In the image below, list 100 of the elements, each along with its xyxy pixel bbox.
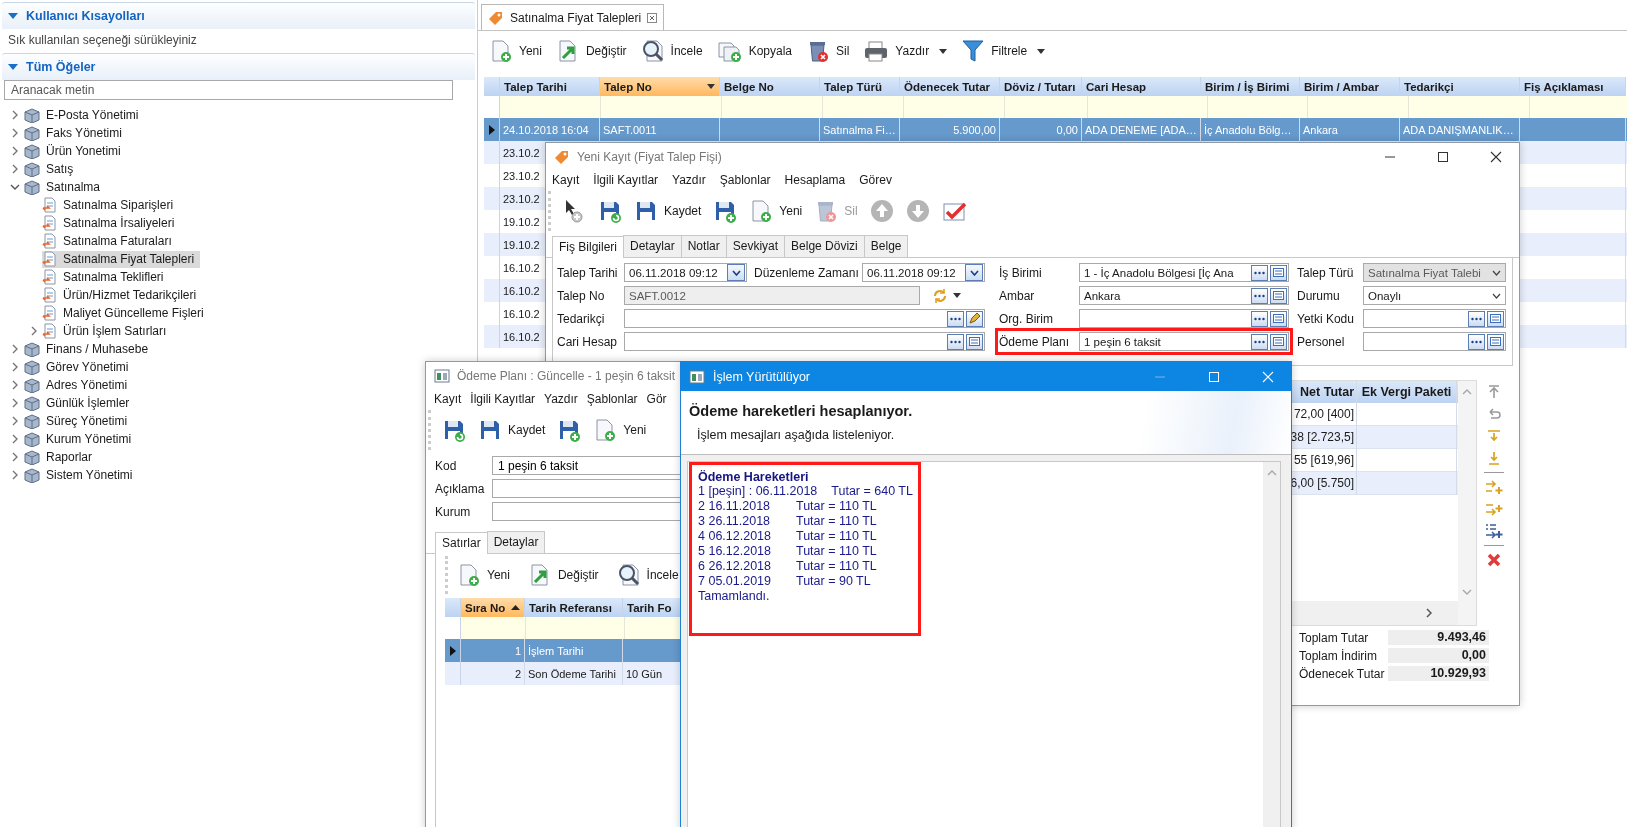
lookup-field[interactable]: 1 peşin 6 taksit [1079,332,1289,351]
filter-cell[interactable] [625,617,681,639]
toolbar-button[interactable]: Yeni [452,561,515,589]
tree-item[interactable]: Satış [23,160,80,178]
toolbar-button[interactable]: Filtrele [956,36,1051,66]
tree-item[interactable]: Satınalma İrsaliyeleri [42,214,181,232]
menu-item[interactable]: İlgili Kayıtlar [593,173,659,188]
text-field[interactable] [492,502,681,521]
tree-item[interactable]: Satınalma Siparişleri [42,196,180,214]
column-header[interactable]: Belge No [720,77,820,96]
filter-cell[interactable] [1005,96,1088,118]
column-header[interactable]: Ek Vergi Paketi [1356,381,1456,403]
tree-item[interactable]: E-Posta Yönetimi [23,106,145,124]
tree-item[interactable]: Ürün/Hizmet Tedarikçileri [42,286,203,304]
toolbar-button[interactable]: Yeni [484,37,547,65]
filter-cell[interactable] [1530,96,1627,118]
search-field[interactable]: Aranacak metin [4,80,453,100]
filter-cell[interactable] [1409,96,1530,118]
menu-item[interactable]: Şablonlar [586,392,638,407]
filter-cell[interactable] [1208,96,1308,118]
column-header[interactable]: Net Tutar [1290,381,1356,403]
filter-cell[interactable] [722,96,823,118]
column-header[interactable]: Döviz / Tutarı [1000,77,1082,96]
toolbar-button[interactable]: İncele [635,37,708,65]
lookup-button[interactable] [1251,264,1268,281]
column-header[interactable]: Talep No [600,77,720,96]
tab[interactable]: Belge Dövizi [784,235,865,257]
tree-item[interactable]: Satınalma Faturaları [42,232,178,250]
lookup-field[interactable] [624,309,985,328]
tab[interactable]: Belge [863,235,909,257]
menu-item[interactable]: Kayıt [552,173,580,188]
tab[interactable]: Fiş Bilgileri [552,236,624,258]
column-header[interactable]: Birim / Ambar [1300,77,1400,96]
column-header[interactable]: Tarih Referansı [525,598,623,617]
column-header[interactable]: Sıra No [461,598,525,617]
column-header[interactable]: Tarih Fo [623,598,681,617]
edit-button[interactable] [966,310,983,327]
menu-item[interactable]: Hesaplama [784,173,846,188]
list-button[interactable] [966,333,983,350]
tree-item[interactable]: Satınalma [23,178,107,196]
lookup-field[interactable] [1079,309,1289,328]
filter-cell[interactable] [500,96,601,118]
column-header[interactable]: Birim / İş Birimi [1201,77,1300,96]
list-button[interactable] [1270,310,1287,327]
list-button[interactable] [1270,287,1287,304]
menu-item[interactable]: Görev [859,173,892,188]
lookup-button[interactable] [1251,333,1268,350]
toolbar-button[interactable]: Yeni [744,197,808,225]
tree-item[interactable]: Finans / Muhasebe [23,340,155,358]
menu-item[interactable]: Şablonlar [719,173,771,188]
filter-cell[interactable] [1088,96,1208,118]
column-header[interactable]: Talep Türü [820,77,900,96]
menu-item[interactable]: İlgili Kayıtlar [470,392,536,407]
filter-cell[interactable] [526,617,625,639]
lookup-field[interactable] [624,332,985,351]
toolbar-button[interactable]: Değiştir [550,37,632,65]
menu-item[interactable]: Yazdır [544,392,578,407]
toolbar-button[interactable]: Kopyala [711,37,797,65]
filter-cell[interactable] [461,617,526,639]
menu-item[interactable]: Gör [646,392,667,407]
list-button[interactable] [1270,333,1287,350]
tree-item[interactable]: Süreç Yönetimi [23,412,134,430]
scroll-right-button[interactable] [1426,608,1432,618]
tab[interactable]: Sevkiyat [725,235,786,257]
refresh-button[interactable] [932,287,948,304]
tree-item[interactable]: Raporlar [23,448,99,466]
side-tool-button[interactable] [1486,384,1502,400]
dropdown-field[interactable]: Onaylı [1363,286,1506,305]
column-header[interactable]: Talep Tarihi [500,77,600,96]
toolbar-button[interactable]: Kaydet [473,416,551,444]
table-row[interactable]: 2 Son Ödeme Tarihi 10 Gün [445,662,681,685]
tree-item[interactable]: Ürün İşlem Satırları [42,322,173,340]
filter-cell[interactable] [601,96,722,118]
tree-item[interactable]: Günlük İşlemler [23,394,136,412]
lookup-field[interactable] [1363,332,1506,351]
column-header[interactable]: Fiş Açıklaması [1520,77,1626,96]
list-button[interactable] [1487,333,1504,350]
side-tool-button[interactable] [1486,406,1502,422]
toolbar-button[interactable]: Sil [801,37,855,65]
filter-cell[interactable] [1308,96,1409,118]
lookup-field[interactable] [1363,309,1506,328]
side-tool-button[interactable] [1486,552,1502,568]
list-button[interactable] [1270,264,1287,281]
tab[interactable]: Detaylar [486,531,546,553]
lookup-button[interactable] [1251,287,1268,304]
tree-item[interactable]: Sistem Yönetimi [23,466,139,484]
filter-cell[interactable] [823,96,904,118]
lookup-field[interactable]: 1 - İç Anadolu Bölgesi [İç Ana [1079,263,1289,282]
lookup-button[interactable] [947,310,964,327]
lookup-button[interactable] [1468,310,1485,327]
document-tab[interactable]: Satınalma Fiyat Talepleri [481,4,665,30]
tree-item[interactable]: Görev Yönetimi [23,358,135,376]
text-field[interactable]: 1 peşin 6 taksit [492,456,681,475]
column-header[interactable]: Cari Hesap [1082,77,1201,96]
section-header[interactable]: Tüm Öğeler [2,53,475,80]
column-header[interactable]: Ödenecek Tutar [900,77,1000,96]
toolbar-button[interactable]: Yeni [588,416,652,444]
tree-toggle[interactable] [8,182,22,192]
toolbar-button[interactable]: Değiştir [522,561,604,589]
section-header[interactable]: Kullanıcı Kısayolları [2,2,475,29]
